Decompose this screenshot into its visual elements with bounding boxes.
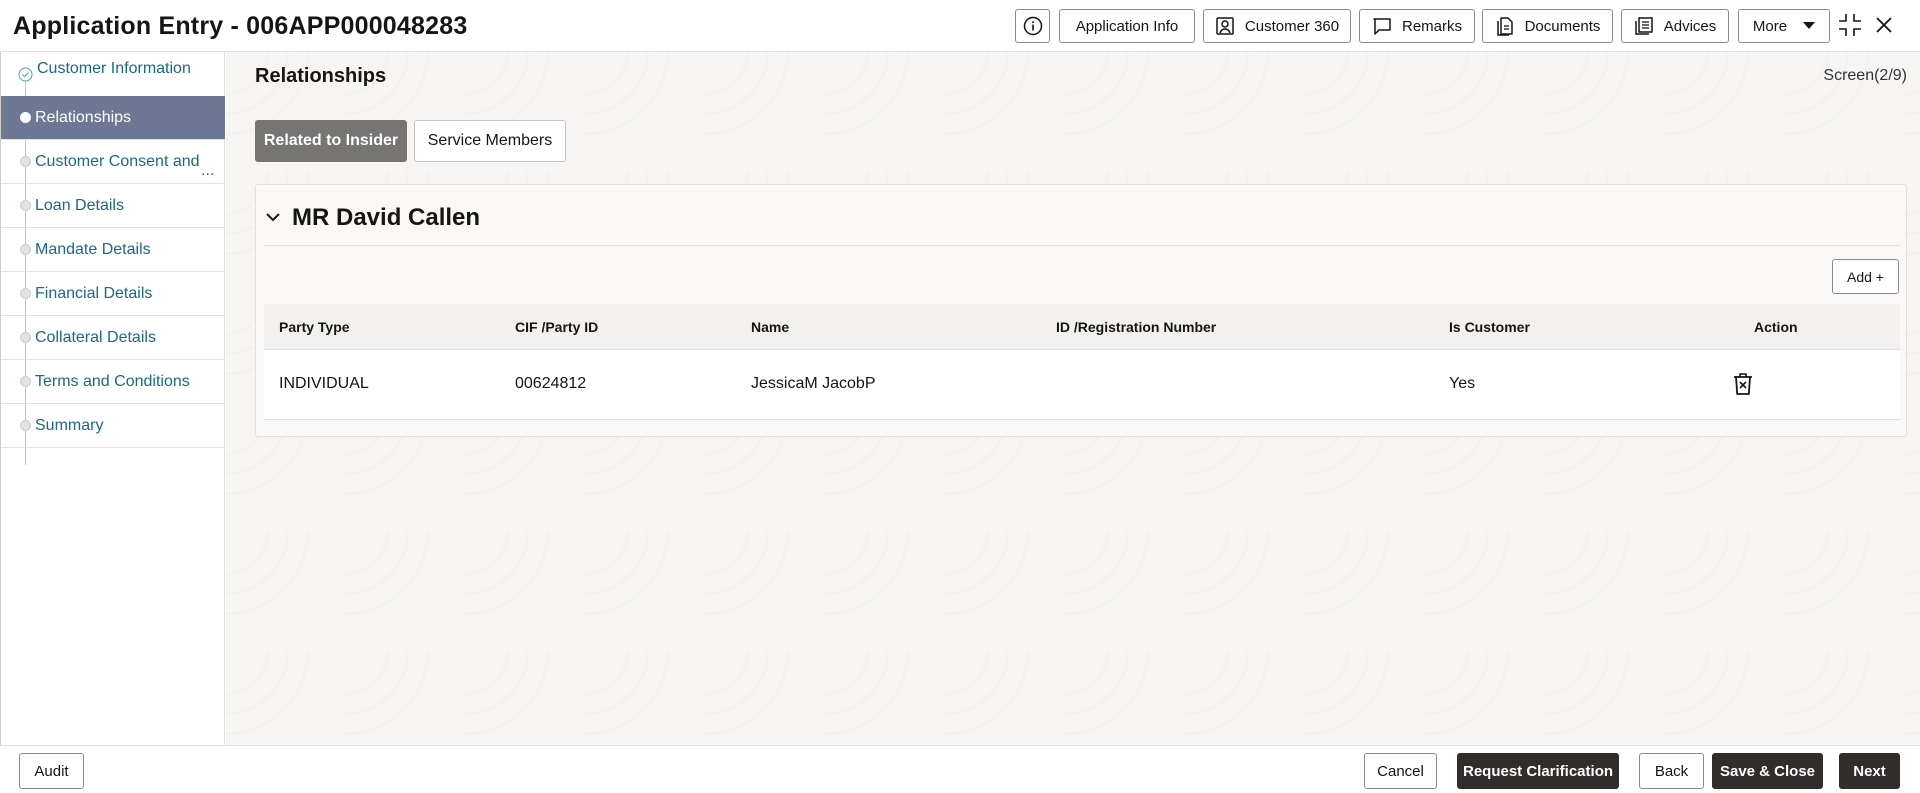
sidebar-item-summary[interactable]: Summary <box>1 404 225 448</box>
column-header-id-registration[interactable]: ID /Registration Number <box>1056 319 1216 335</box>
application-info-button[interactable]: Application Info <box>1059 9 1195 43</box>
customer-icon <box>1216 17 1234 35</box>
action-footer: Audit Cancel Request Clarification Back … <box>0 745 1920 793</box>
sidebar-item-label: Collateral Details <box>35 328 156 346</box>
audit-button[interactable]: Audit <box>19 753 84 789</box>
sidebar-item-label: Customer Information <box>37 60 191 77</box>
sidebar-item-label: Customer Consent and <box>35 152 200 170</box>
truncation-ellipsis: ... <box>201 162 215 179</box>
column-header-party-type[interactable]: Party Type <box>279 319 350 335</box>
column-header-cif[interactable]: CIF /Party ID <box>515 319 598 335</box>
tab-related-to-insider[interactable]: Related to Insider <box>255 120 407 162</box>
add-label: Add + <box>1847 268 1884 285</box>
cell-cif: 00624812 <box>515 375 587 392</box>
step-dot <box>20 376 31 387</box>
customer-360-button[interactable]: Customer 360 <box>1203 9 1351 43</box>
train-stop-sidebar: Customer Information Relationships Custo… <box>0 52 225 745</box>
back-button[interactable]: Back <box>1639 753 1704 789</box>
minimize-icon[interactable] <box>1838 13 1862 37</box>
audit-label: Audit <box>34 762 69 780</box>
cell-name: JessicaM JacobP <box>751 375 876 392</box>
sidebar-item-label: Terms and Conditions <box>35 372 190 390</box>
step-dot <box>20 420 31 431</box>
divider <box>264 245 1900 246</box>
request-clarification-button[interactable]: Request Clarification <box>1457 753 1619 789</box>
sidebar-item-label: Financial Details <box>35 284 153 302</box>
sidebar-item-customer-information[interactable]: Customer Information <box>1 52 225 96</box>
tab-label: Related to Insider <box>263 132 399 149</box>
chevron-down-icon[interactable] <box>266 212 280 222</box>
advices-icon <box>1634 17 1653 35</box>
cancel-button[interactable]: Cancel <box>1364 753 1437 789</box>
sidebar-item-customer-consent[interactable]: Customer Consent and ... <box>1 140 225 184</box>
step-dot <box>20 156 31 167</box>
relationships-table: Party Type CIF /Party ID Name ID /Regist… <box>264 304 1900 420</box>
sidebar-item-relationships[interactable]: Relationships <box>1 96 225 140</box>
main-content: Relationships Screen(2/9) Related to Ins… <box>226 52 1920 745</box>
column-header-action: Action <box>1754 318 1798 335</box>
next-label: Next <box>1853 762 1886 780</box>
more-label: More <box>1752 17 1788 35</box>
request-clarification-label: Request Clarification <box>1462 762 1614 780</box>
documents-button[interactable]: Documents <box>1482 9 1613 43</box>
table-header: Party Type CIF /Party ID Name ID /Regist… <box>264 304 1900 350</box>
info-button[interactable] <box>1015 9 1050 43</box>
documents-label: Documents <box>1524 17 1601 35</box>
party-name: MR David Callen <box>292 204 481 231</box>
remarks-button[interactable]: Remarks <box>1359 9 1475 43</box>
step-dot <box>20 200 31 211</box>
documents-icon <box>1496 17 1513 36</box>
advices-button[interactable]: Advices <box>1621 9 1729 43</box>
next-button[interactable]: Next <box>1839 753 1900 789</box>
application-info-label: Application Info <box>1075 17 1179 35</box>
sidebar-item-label: Summary <box>35 416 104 434</box>
delete-icon[interactable] <box>1732 372 1754 396</box>
step-dot <box>20 112 31 123</box>
app-header: Application Entry - 006APP000048283 Appl… <box>0 0 1920 52</box>
column-header-name[interactable]: Name <box>751 319 789 335</box>
back-label: Back <box>1654 762 1689 780</box>
step-dot <box>20 288 31 299</box>
sidebar-item-terms-and-conditions[interactable]: Terms and Conditions <box>1 360 225 404</box>
more-button[interactable]: More <box>1738 9 1830 43</box>
save-close-label: Save & Close <box>1719 762 1816 780</box>
cancel-label: Cancel <box>1377 762 1424 780</box>
column-header-is-customer[interactable]: Is Customer <box>1449 319 1530 335</box>
sidebar-item-label: Loan Details <box>35 196 124 214</box>
step-dot <box>20 244 31 255</box>
cell-is-customer: Yes <box>1449 375 1476 392</box>
sidebar-item-financial-details[interactable]: Financial Details <box>1 272 225 316</box>
sidebar-item-loan-details[interactable]: Loan Details <box>1 184 225 228</box>
tab-label: Service Members <box>427 132 553 149</box>
party-panel: MR David Callen Add + Party Type CIF /Pa… <box>255 184 1907 437</box>
caret-down-icon <box>1803 22 1816 29</box>
customer-360-label: Customer 360 <box>1244 17 1340 35</box>
sidebar-item-mandate-details[interactable]: Mandate Details <box>1 228 225 272</box>
sidebar-item-label: Mandate Details <box>35 240 151 258</box>
page-title: Application Entry - 006APP000048283 <box>13 12 468 40</box>
section-title: Relationships <box>255 65 387 87</box>
cell-party-type: INDIVIDUAL <box>279 375 369 392</box>
check-circle-icon <box>18 67 33 82</box>
remarks-label: Remarks <box>1401 17 1462 35</box>
sidebar-item-label: Relationships <box>35 108 132 126</box>
add-button[interactable]: Add + <box>1832 259 1899 294</box>
step-dot <box>20 332 31 343</box>
remarks-icon <box>1373 18 1391 35</box>
table-row[interactable]: INDIVIDUAL 00624812 JessicaM JacobP Yes <box>264 350 1900 420</box>
save-close-button[interactable]: Save & Close <box>1712 753 1823 789</box>
screen-indicator: Screen(2/9) <box>1823 67 1907 84</box>
close-icon[interactable] <box>1874 15 1894 35</box>
sidebar-item-collateral-details[interactable]: Collateral Details <box>1 316 225 360</box>
tab-service-members[interactable]: Service Members <box>414 120 566 162</box>
advices-label: Advices <box>1663 17 1717 35</box>
info-icon <box>1023 16 1042 36</box>
